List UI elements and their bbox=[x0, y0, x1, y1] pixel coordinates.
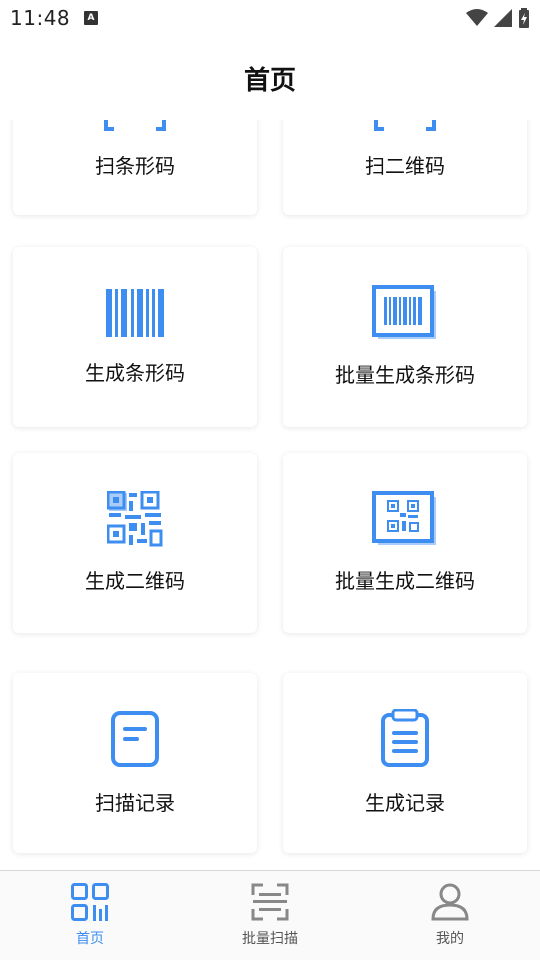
card-label: 生成条形码 bbox=[85, 361, 185, 385]
card-scan-qrcode[interactable]: 扫二维码 bbox=[283, 120, 527, 215]
barcode-icon bbox=[106, 289, 164, 337]
card-generate-qrcode[interactable]: 生成二维码 bbox=[13, 453, 257, 633]
signal-icon bbox=[494, 9, 512, 27]
card-label: 批量生成二维码 bbox=[335, 569, 475, 593]
bottom-tab-bar: 首页 批量扫描 我的 bbox=[0, 870, 540, 960]
card-label: 生成记录 bbox=[365, 791, 445, 815]
qr-home-icon bbox=[71, 883, 109, 921]
card-label: 扫二维码 bbox=[365, 154, 445, 178]
tab-label: 批量扫描 bbox=[242, 931, 298, 947]
status-icons bbox=[466, 8, 530, 28]
card-batch-generate-barcode[interactable]: 批量生成条形码 bbox=[283, 247, 527, 427]
scan-frame-icon bbox=[104, 120, 166, 131]
document-icon bbox=[111, 711, 159, 767]
tab-profile[interactable]: 我的 bbox=[360, 871, 540, 960]
card-generate-history[interactable]: 生成记录 bbox=[283, 673, 527, 853]
tab-batch-scan[interactable]: 批量扫描 bbox=[180, 871, 360, 960]
tab-label: 我的 bbox=[436, 931, 464, 947]
qrcode-icon bbox=[107, 491, 163, 547]
page-title: 首页 bbox=[243, 66, 296, 96]
tab-home[interactable]: 首页 bbox=[0, 871, 180, 960]
feature-grid: 扫条形码 扫二维码 生成条形码 批量生成条形码 生成二维码 批量生成二维码 扫描… bbox=[0, 120, 540, 870]
framed-barcode-icon bbox=[372, 285, 436, 339]
status-bar: 11:48 A bbox=[0, 0, 540, 38]
wifi-icon bbox=[466, 9, 488, 26]
notification-icon: A bbox=[84, 11, 98, 25]
card-label: 生成二维码 bbox=[85, 569, 185, 593]
battery-icon bbox=[519, 8, 529, 28]
framed-qrcode-icon bbox=[372, 491, 436, 545]
card-generate-barcode[interactable]: 生成条形码 bbox=[13, 247, 257, 427]
tab-label: 首页 bbox=[76, 931, 104, 947]
person-icon bbox=[431, 883, 469, 921]
app-header: 首页 bbox=[0, 38, 540, 120]
clipboard-icon bbox=[381, 709, 429, 767]
card-label: 扫描记录 bbox=[95, 791, 175, 815]
batch-scan-icon bbox=[251, 883, 289, 921]
card-label: 批量生成条形码 bbox=[335, 363, 475, 387]
card-scan-history[interactable]: 扫描记录 bbox=[13, 673, 257, 853]
card-label: 扫条形码 bbox=[95, 154, 175, 178]
card-batch-generate-qrcode[interactable]: 批量生成二维码 bbox=[283, 453, 527, 633]
scan-frame-icon bbox=[374, 120, 436, 131]
status-time: 11:48 bbox=[10, 6, 71, 30]
card-scan-barcode[interactable]: 扫条形码 bbox=[13, 120, 257, 215]
